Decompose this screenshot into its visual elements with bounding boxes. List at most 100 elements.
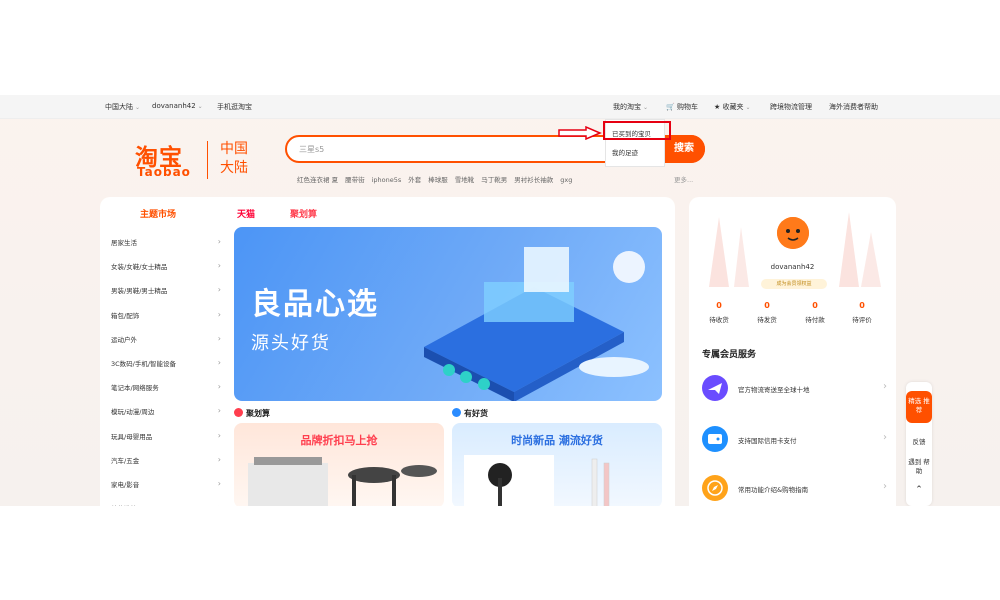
taobao-homepage: 中国大陆 ⌄ dovananh42 ⌄ 手机逛淘宝 我的淘宝 ⌄ 🛒 购物车 ★ 收藏…	[0, 95, 1000, 506]
recommended-button[interactable]: 精选 推荐	[906, 391, 932, 423]
category-label: 汽车/五金	[111, 456, 140, 465]
chevron-right-icon: ›	[883, 432, 887, 443]
category-label: 模玩/动漫/周边	[111, 408, 155, 417]
order-stat-item[interactable]: 0 待收货	[699, 301, 739, 324]
search-input[interactable]: 三星s5	[299, 144, 324, 155]
category-label: 运动户外	[111, 335, 137, 344]
tab-juhuasuan[interactable]: 聚划算	[290, 207, 317, 220]
chevron-down-icon: ⌄	[135, 104, 141, 111]
favorites-link[interactable]: ★ 收藏夹 ⌄	[714, 102, 751, 112]
back-to-top-icon[interactable]: ⌃	[906, 486, 932, 495]
service-logistics[interactable]: 官方物流寄送至全球十地 ›	[702, 375, 887, 401]
chevron-right-icon: ›	[217, 430, 221, 440]
main-content-panel: 主题市场 天猫 聚划算 居家生活 › 女装/女鞋/女士精品 › 男装/男鞋/男士精品 › 箱…	[100, 197, 675, 506]
hotword-link[interactable]: gxg	[560, 176, 572, 184]
order-stat-item[interactable]: 0 待评价	[842, 301, 882, 324]
category-item[interactable]: 玩具/母婴用品 ›	[111, 431, 221, 455]
hotword-link[interactable]: 男衬衫长袖款	[514, 176, 553, 184]
logo-divider	[207, 141, 208, 179]
order-stat-item[interactable]: 0 待付款	[795, 301, 835, 324]
order-stat-count: 0	[859, 301, 865, 310]
hotword-link[interactable]: iphone5s	[372, 176, 402, 184]
order-stat-item[interactable]: 0 待发货	[747, 301, 787, 324]
category-item[interactable]: 居家生活 ›	[111, 237, 221, 261]
category-item[interactable]: 箱包/配饰 ›	[111, 310, 221, 334]
hot-search-words: 红色连衣裙 夏腰带街 iphone5s 外套 棒球服 雪地靴 马丁靴男 男衬衫长袖款 gxg	[297, 174, 579, 184]
chevron-right-icon: ›	[217, 261, 221, 271]
hotword-link[interactable]: 雪地靴	[455, 176, 475, 184]
category-label: 箱包/配饰	[111, 311, 140, 320]
avatar[interactable]	[777, 217, 809, 249]
cart-icon: 🛒	[666, 103, 675, 111]
category-item[interactable]: 运动户外 ›	[111, 334, 221, 358]
category-label: 家电/影音	[111, 480, 140, 489]
category-list: 居家生活 › 女装/女鞋/女士精品 › 男装/男鞋/男士精品 › 箱包/配饰 › 运动户外 › 3C…	[111, 237, 221, 506]
user-name[interactable]: dovananh42	[689, 263, 896, 271]
juhuasuan-icon	[234, 408, 243, 417]
service-label: 常用功能介绍&购物指南	[738, 486, 809, 494]
region-selector[interactable]: 中国大陆 ⌄	[105, 102, 140, 112]
category-item[interactable]: 模玩/动漫/周边 ›	[111, 406, 221, 430]
cart-link[interactable]: 🛒 购物车	[666, 102, 698, 112]
hotword-link[interactable]: 腰带街	[345, 176, 365, 184]
member-service-title: 专属会员服务	[702, 350, 757, 360]
juhuasuan-card[interactable]: 品牌折扣马上抢	[234, 423, 444, 506]
top-bar: 中国大陆 ⌄ dovananh42 ⌄ 手机逛淘宝 我的淘宝 ⌄ 🛒 购物车 ★ 收藏…	[0, 95, 1000, 119]
mobile-taobao-link[interactable]: 手机逛淘宝	[217, 102, 252, 112]
service-label: 支持国际信用卡支付	[738, 437, 797, 445]
service-guide[interactable]: 常用功能介绍&购物指南 ›	[702, 475, 887, 501]
my-taobao-menu[interactable]: 我的淘宝 ⌄	[613, 102, 648, 112]
category-item[interactable]: 汽车/五金 ›	[111, 455, 221, 479]
order-stat-label: 待评价	[852, 316, 872, 324]
hotword-link[interactable]: 外套	[408, 176, 421, 184]
order-stat-label: 待收货	[709, 316, 729, 324]
taobao-logo-en[interactable]: Taobao	[137, 165, 191, 179]
tab-tmall[interactable]: 天猫	[237, 207, 255, 220]
chevron-right-icon: ›	[883, 381, 887, 392]
logistics-link[interactable]: 跨境物流管理	[770, 102, 812, 112]
chevron-right-icon: ›	[217, 454, 221, 464]
order-stat-count: 0	[716, 301, 722, 310]
category-item[interactable]: 笔记本/网络服务 ›	[111, 382, 221, 406]
chevron-right-icon: ›	[883, 481, 887, 492]
tab-theme-market[interactable]: 主题市场	[140, 207, 176, 220]
category-item[interactable]: 美妆洗护 ›	[111, 503, 221, 506]
service-label: 官方物流寄送至全球十地	[738, 386, 810, 394]
hotwords-more-link[interactable]: 更多...	[674, 174, 693, 184]
category-label: 笔记本/网络服务	[111, 384, 159, 393]
order-stat-label: 待发货	[757, 316, 777, 324]
help-button[interactable]: 遇到 帮助	[906, 458, 932, 476]
category-item[interactable]: 3C数码/手机/智能设备 ›	[111, 358, 221, 382]
user-panel: dovananh42 成为会员领权益 0 待收货 0 待发货 0 待付款 0 待评价 专属会员…	[689, 197, 896, 506]
promo-banner[interactable]: 良品心选 源头好货	[234, 227, 662, 401]
category-label: 居家生活	[111, 239, 137, 247]
section-youhaohuo[interactable]: 有好货	[452, 408, 488, 419]
service-credit-card[interactable]: 支持国际信用卡支付 ›	[702, 426, 887, 452]
order-stat-count: 0	[812, 301, 818, 310]
chevron-right-icon: ›	[217, 406, 221, 416]
logo-region: 中国大陆	[220, 141, 248, 176]
chevron-right-icon: ›	[217, 309, 221, 319]
chevron-right-icon: ›	[218, 503, 221, 506]
chevron-right-icon: ›	[217, 333, 221, 343]
section-juhuasuan[interactable]: 聚划算	[234, 408, 270, 419]
my-footprint-link[interactable]: 我的足迹	[612, 147, 638, 157]
category-label: 男装/男鞋/男士精品	[111, 287, 168, 296]
youhaohuo-card[interactable]: 时尚新品 潮流好货	[452, 423, 662, 506]
chevron-right-icon: ›	[217, 478, 221, 488]
hotword-link[interactable]: 红色连衣裙 夏	[297, 176, 338, 184]
username-link[interactable]: dovananh42 ⌄	[152, 102, 203, 110]
category-item[interactable]: 家电/影音 ›	[111, 479, 221, 503]
banner-subtitle: 源头好货	[251, 333, 331, 354]
youhaohuo-icon	[452, 408, 461, 417]
member-badge[interactable]: 成为会员领权益	[761, 279, 827, 289]
category-label: 美妆洗护	[111, 505, 137, 506]
pointer-arrow-icon	[558, 126, 602, 140]
category-item[interactable]: 男装/男鞋/男士精品 ›	[111, 285, 221, 309]
floating-toolbar: 精选 推荐 反馈 遇到 帮助 ⌃	[906, 382, 932, 506]
feedback-button[interactable]: 反馈	[906, 438, 932, 447]
overseas-help-link[interactable]: 海外消费者帮助	[829, 102, 878, 112]
hotword-link[interactable]: 棒球服	[428, 176, 448, 184]
category-item[interactable]: 女装/女鞋/女士精品 ›	[111, 261, 221, 285]
hotword-link[interactable]: 马丁靴男	[481, 176, 507, 184]
